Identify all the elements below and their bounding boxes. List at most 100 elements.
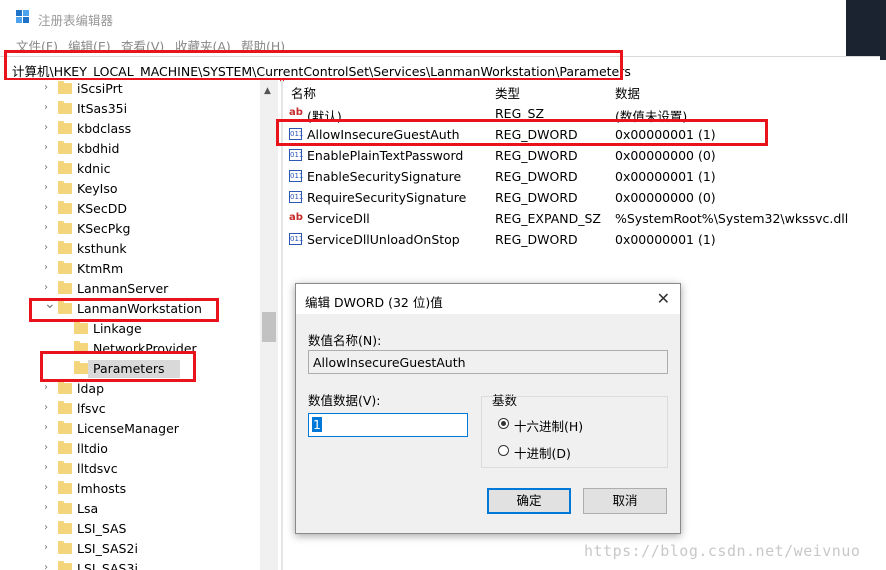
tree-item[interactable]: › LicenseManager: [0, 419, 262, 439]
chevron-right-icon[interactable]: ›: [44, 383, 52, 393]
tree-item-label[interactable]: LanmanWorkstation: [77, 301, 202, 316]
column-header-data[interactable]: 数据: [615, 83, 640, 102]
tree-item[interactable]: › LanmanServer: [0, 279, 262, 299]
chevron-right-icon[interactable]: ›: [44, 423, 52, 433]
chevron-right-icon[interactable]: ›: [44, 143, 52, 153]
radio-hex-label[interactable]: 十六进制(H): [514, 416, 583, 435]
tree-item-label[interactable]: LicenseManager: [77, 421, 179, 436]
tree-item-label[interactable]: lfsvc: [77, 401, 106, 416]
radio-decimal-label[interactable]: 十进制(D): [514, 443, 571, 462]
menu-help[interactable]: 帮助(H): [241, 36, 285, 55]
tree-item-label[interactable]: iScsiPrt: [77, 81, 123, 96]
close-icon[interactable]: ✕: [657, 289, 670, 308]
cancel-button[interactable]: 取消: [583, 488, 667, 514]
menu-view[interactable]: 查看(V): [121, 36, 164, 55]
ok-button[interactable]: 确定: [487, 488, 571, 514]
column-header-type[interactable]: 类型: [495, 83, 520, 102]
tree-item[interactable]: NetworkProvider: [0, 339, 262, 359]
tree-item[interactable]: › LSI_SAS2i: [0, 539, 262, 559]
tree-item-label[interactable]: LSI_SAS3i: [77, 561, 138, 570]
tree-item-label[interactable]: kdnic: [77, 161, 110, 176]
tree-item-label[interactable]: Linkage: [93, 321, 142, 336]
address-bar[interactable]: 计算机\HKEY_LOCAL_MACHINE\SYSTEM\CurrentCon…: [0, 56, 880, 82]
tree-item-label[interactable]: kbdhid: [77, 141, 119, 156]
tree-item-label[interactable]: KSecDD: [77, 201, 127, 216]
tree-item-label[interactable]: LSI_SAS2i: [77, 541, 138, 556]
tree-item[interactable]: ⌄ LanmanWorkstation: [0, 297, 262, 319]
tree-item-label[interactable]: ksthunk: [77, 241, 127, 256]
tree-item-label[interactable]: ldap: [77, 381, 104, 396]
chevron-right-icon[interactable]: ›: [44, 163, 52, 173]
chevron-right-icon[interactable]: ›: [44, 483, 52, 493]
tree-item-label[interactable]: KtmRm: [77, 261, 123, 276]
tree-item-label[interactable]: lltdsvc: [77, 461, 118, 476]
pane-splitter[interactable]: [281, 80, 283, 570]
value-row[interactable]: 011 AllowInsecureGuestAuth REG_DWORD 0x0000…: [284, 124, 884, 145]
tree-item-label[interactable]: LSI_SAS: [77, 521, 127, 536]
key-tree[interactable]: › iScsiPrt › ItSas35i › kbdclass › kbdhid › kdnic…: [0, 80, 280, 570]
tree-item[interactable]: › lmhosts: [0, 479, 262, 499]
tree-item[interactable]: › ldap: [0, 379, 262, 399]
chevron-right-icon[interactable]: ›: [44, 203, 52, 213]
value-row[interactable]: 011 ServiceDllUnloadOnStop REG_DWORD 0x0000…: [284, 229, 884, 250]
tree-scrollbar[interactable]: ▲: [260, 80, 278, 570]
tree-item-label[interactable]: ItSas35i: [77, 101, 127, 116]
tree-item[interactable]: Parameters: [0, 359, 262, 379]
tree-item[interactable]: › kbdhid: [0, 139, 262, 159]
chevron-right-icon[interactable]: ›: [44, 523, 52, 533]
tree-item[interactable]: › lltdio: [0, 439, 262, 459]
value-row[interactable]: 011 RequireSecuritySignature REG_DWORD 0x00…: [284, 187, 884, 208]
address-path[interactable]: 计算机\HKEY_LOCAL_MACHINE\SYSTEM\CurrentCon…: [12, 61, 631, 80]
scroll-up-arrow-icon[interactable]: ▲: [264, 86, 271, 96]
tree-item[interactable]: › lltdsvc: [0, 459, 262, 479]
tree-item[interactable]: › KeyIso: [0, 179, 262, 199]
tree-item[interactable]: › kdnic: [0, 159, 262, 179]
tree-item[interactable]: › iScsiPrt: [0, 80, 262, 99]
value-row[interactable]: ab ServiceDll REG_EXPAND_SZ %SystemRoot%\Sy…: [284, 208, 884, 229]
tree-item-label[interactable]: Lsa: [77, 501, 98, 516]
chevron-right-icon[interactable]: ›: [44, 183, 52, 193]
tree-item[interactable]: Linkage: [0, 319, 262, 339]
tree-item[interactable]: › kbdclass: [0, 119, 262, 139]
tree-item-label[interactable]: lmhosts: [77, 481, 126, 496]
tree-item-label[interactable]: KSecPkg: [77, 221, 130, 236]
tree-item[interactable]: › lfsvc: [0, 399, 262, 419]
menu-file[interactable]: 文件(F): [16, 36, 58, 55]
chevron-right-icon[interactable]: ›: [44, 443, 52, 453]
menu-favorites[interactable]: 收藏夹(A): [175, 36, 231, 55]
tree-item-label[interactable]: LanmanServer: [77, 281, 168, 296]
tree-item[interactable]: › KSecDD: [0, 199, 262, 219]
tree-item-label[interactable]: KeyIso: [77, 181, 118, 196]
value-row[interactable]: 011 EnableSecuritySignature REG_DWORD 0x000…: [284, 166, 884, 187]
tree-item[interactable]: › Lsa: [0, 499, 262, 519]
tree-item-label[interactable]: kbdclass: [77, 121, 131, 136]
column-header-name[interactable]: 名称: [291, 83, 316, 102]
tree-item[interactable]: › LSI_SAS3i: [0, 559, 262, 570]
value-row[interactable]: ab (默认) REG_SZ (数值未设置): [284, 103, 884, 124]
chevron-right-icon[interactable]: ›: [44, 103, 52, 113]
chevron-right-icon[interactable]: ›: [44, 543, 52, 553]
chevron-right-icon[interactable]: ›: [44, 223, 52, 233]
chevron-right-icon[interactable]: ›: [44, 283, 52, 293]
menu-edit[interactable]: 编辑(E): [68, 36, 111, 55]
radio-decimal[interactable]: [498, 445, 509, 456]
chevron-right-icon[interactable]: ›: [44, 463, 52, 473]
chevron-down-icon[interactable]: ⌄: [44, 297, 56, 311]
scrollbar-thumb[interactable]: [262, 312, 276, 342]
value-row[interactable]: 011 EnablePlainTextPassword REG_DWORD 0x000…: [284, 145, 884, 166]
value-data-input[interactable]: 1: [308, 413, 468, 437]
chevron-right-icon[interactable]: ›: [44, 83, 52, 93]
chevron-right-icon[interactable]: ›: [44, 563, 52, 570]
tree-item-label[interactable]: Parameters: [93, 361, 165, 376]
chevron-right-icon[interactable]: ›: [44, 403, 52, 413]
tree-item[interactable]: › KtmRm: [0, 259, 262, 279]
tree-item[interactable]: › ItSas35i: [0, 99, 262, 119]
chevron-right-icon[interactable]: ›: [44, 263, 52, 273]
tree-item[interactable]: › KSecPkg: [0, 219, 262, 239]
chevron-right-icon[interactable]: ›: [44, 123, 52, 133]
tree-item-label[interactable]: NetworkProvider: [93, 341, 197, 356]
tree-item[interactable]: › LSI_SAS: [0, 519, 262, 539]
tree-item[interactable]: › ksthunk: [0, 239, 262, 259]
chevron-right-icon[interactable]: ›: [44, 243, 52, 253]
chevron-right-icon[interactable]: ›: [44, 503, 52, 513]
